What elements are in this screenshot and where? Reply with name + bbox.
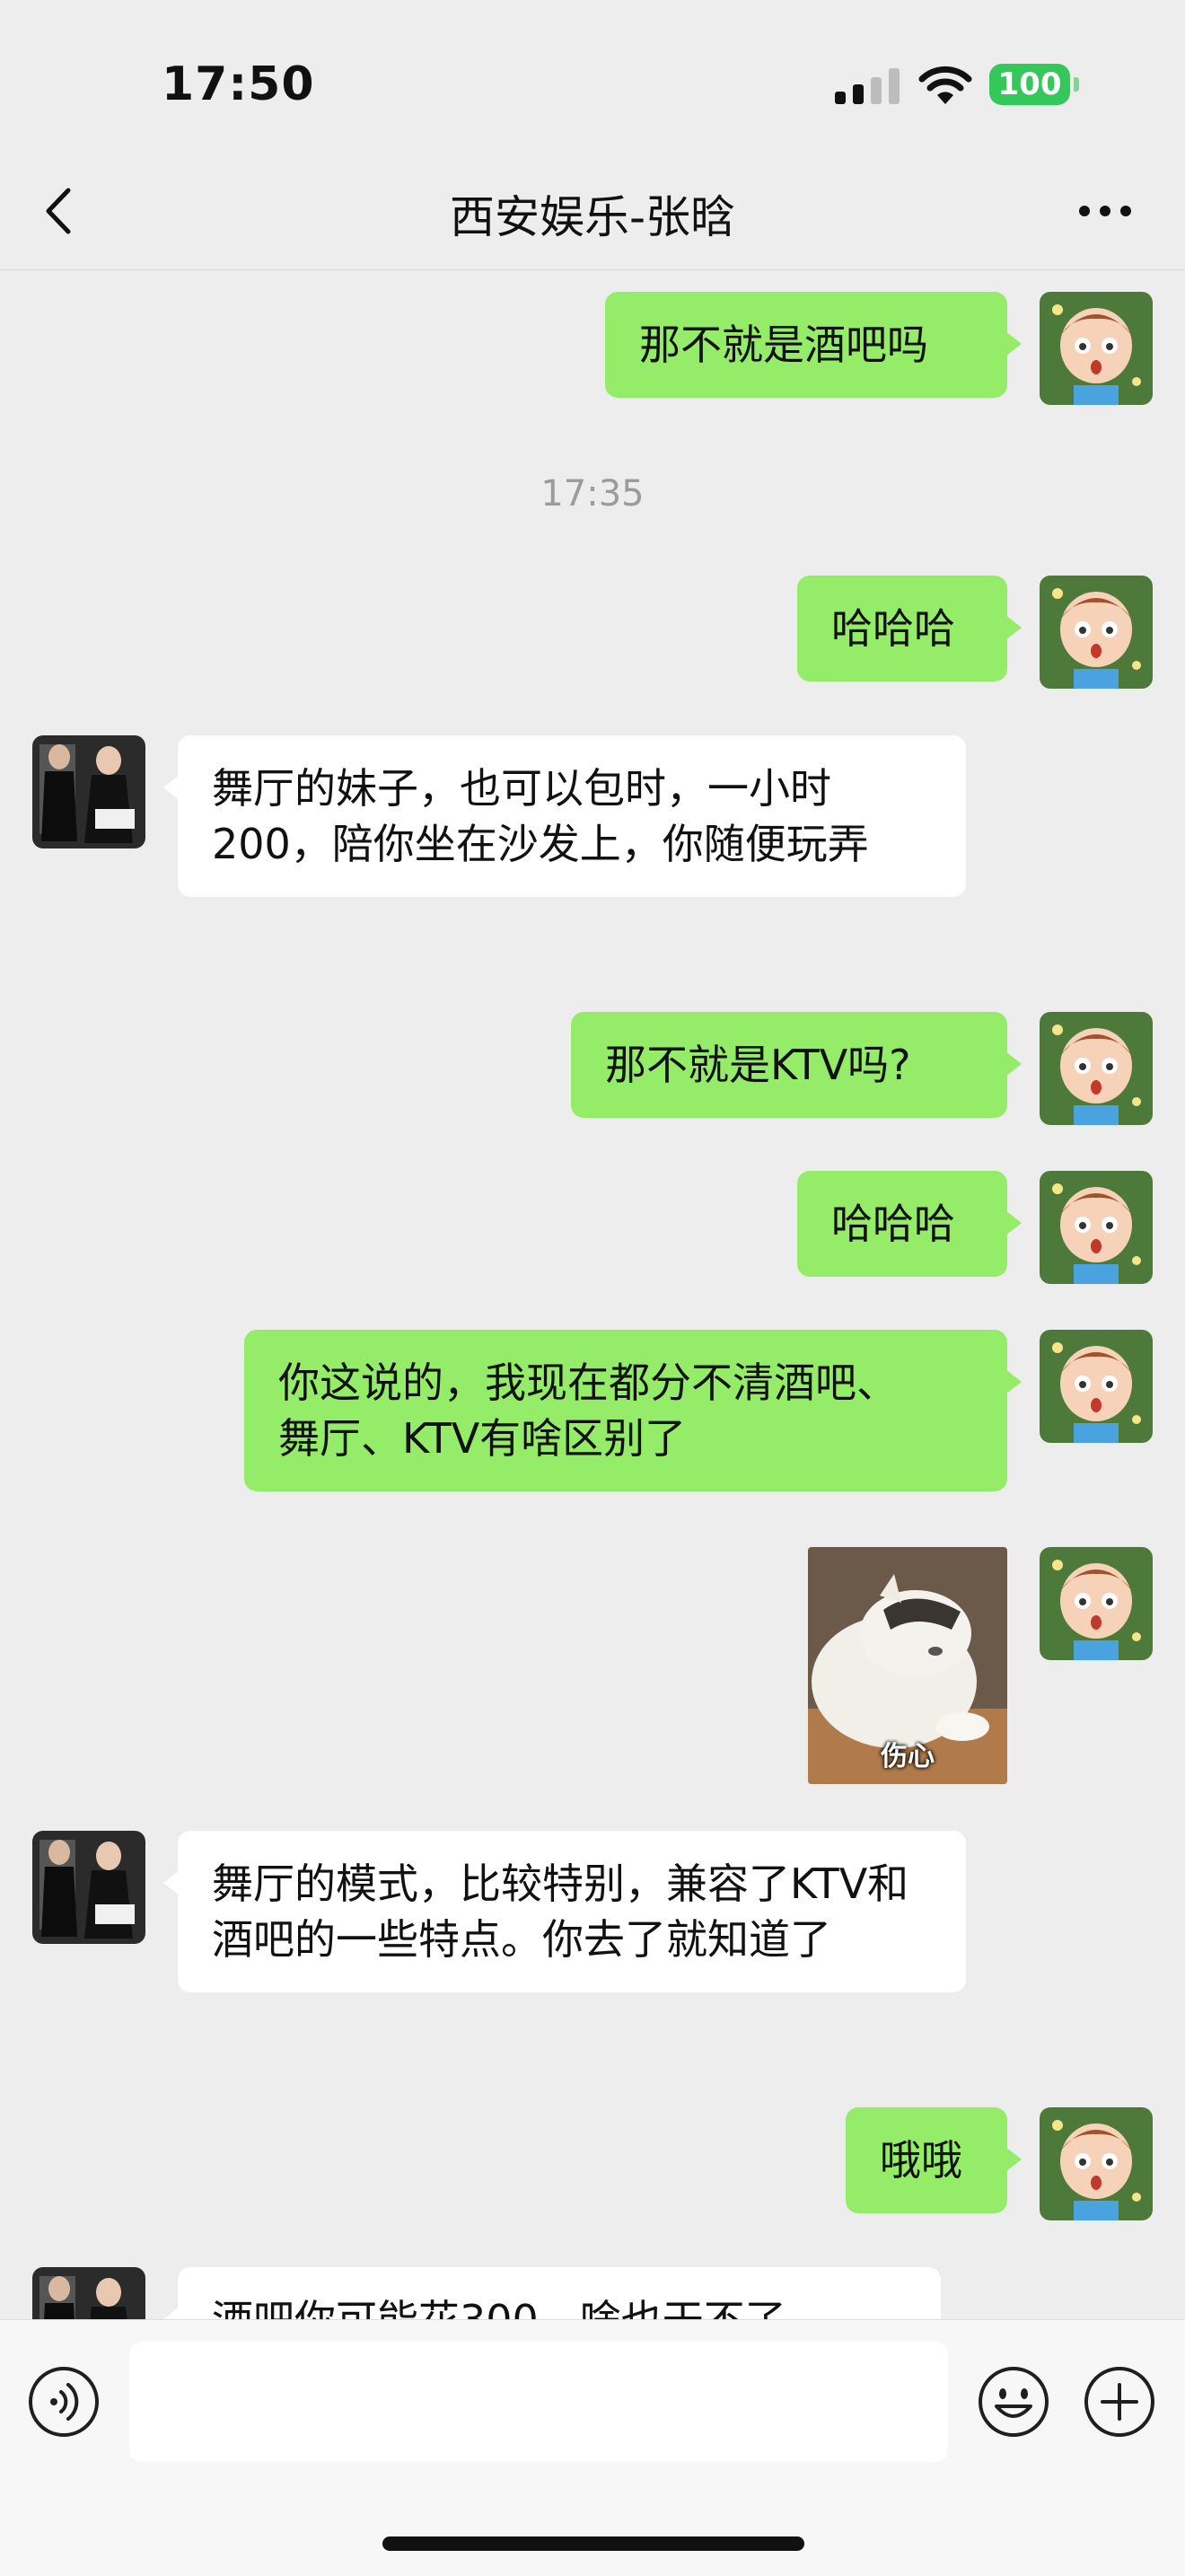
- home-indicator[interactable]: [382, 2536, 804, 2551]
- my-avatar[interactable]: [1040, 2107, 1153, 2220]
- my-message-bubble[interactable]: 那不就是KTV吗?: [571, 1012, 1022, 1118]
- more-options-icon[interactable]: [1074, 180, 1137, 242]
- my-avatar[interactable]: [1040, 1547, 1153, 1660]
- emoji-icon[interactable]: [977, 2365, 1050, 2439]
- my-avatar[interactable]: [1040, 1330, 1153, 1443]
- chat-title: 西安娱乐-张晗: [449, 191, 736, 243]
- voice-input-icon[interactable]: [27, 2365, 101, 2439]
- sticker-caption: 伤心: [881, 1741, 935, 1772]
- wifi-icon: [918, 66, 972, 104]
- my-message-bubble[interactable]: 那不就是酒吧吗: [605, 292, 1022, 398]
- battery-tip: [1074, 77, 1079, 92]
- cellular-signal-icon: [835, 68, 901, 104]
- status-bar: 17:50 100: [0, 0, 1185, 162]
- my-message-bubble[interactable]: 你这说的，我现在都分不清酒吧、 舞厅、KTV有啥区别了: [244, 1330, 1022, 1491]
- contact-avatar[interactable]: [32, 1831, 145, 1944]
- contact-message-bubble[interactable]: 舞厅的模式，比较特别，兼容了KTV和酒吧的一些特点。你去了就知道了: [163, 1831, 966, 1992]
- message-timestamp: 17:35: [540, 473, 645, 514]
- contact-avatar[interactable]: [32, 735, 145, 848]
- my-message-bubble[interactable]: 哈哈哈: [797, 576, 1022, 681]
- status-time: 17:50: [162, 57, 315, 111]
- add-more-icon[interactable]: [1083, 2365, 1156, 2439]
- battery-icon: 100: [989, 64, 1070, 105]
- contact-avatar[interactable]: [32, 2267, 145, 2319]
- my-avatar[interactable]: [1040, 1171, 1153, 1284]
- my-avatar[interactable]: [1040, 1012, 1153, 1125]
- my-message-bubble[interactable]: 哦哦: [846, 2107, 1022, 2213]
- my-avatar[interactable]: [1040, 292, 1153, 405]
- my-message-bubble[interactable]: 哈哈哈: [797, 1171, 1022, 1277]
- message-list[interactable]: 那不就是酒吧吗 17:35 哈哈哈 舞厅的妹子，也可以包时，一小时200，陪你坐…: [0, 270, 1185, 2319]
- message-input[interactable]: [129, 2342, 948, 2462]
- contact-message-bubble[interactable]: 舞厅的妹子，也可以包时，一小时200，陪你坐在沙发上，你随便玩弄: [163, 735, 966, 897]
- chat-header: 西安娱乐-张晗: [0, 162, 1185, 270]
- my-avatar[interactable]: [1040, 576, 1153, 689]
- cat-sticker[interactable]: 伤心: [808, 1547, 1007, 1784]
- contact-message-bubble[interactable]: 酒吧你可能花300，啥也干不了: [163, 2267, 941, 2319]
